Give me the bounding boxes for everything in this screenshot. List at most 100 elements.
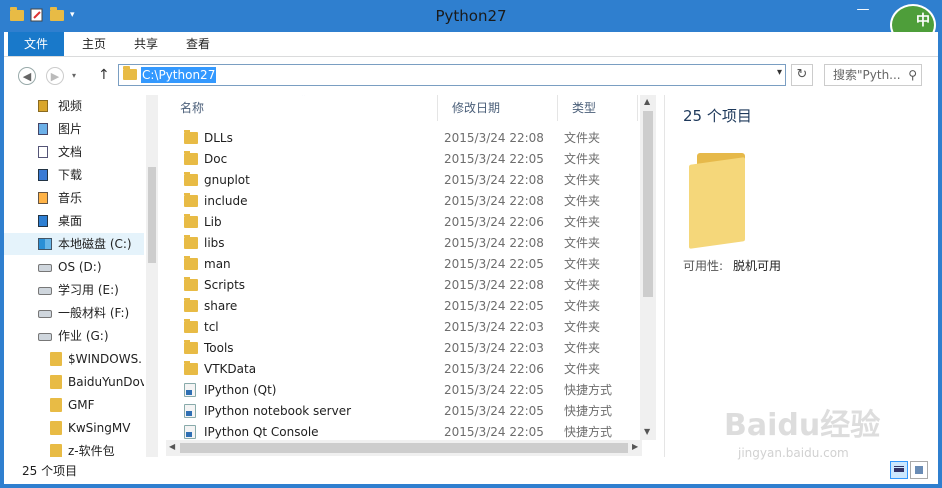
scroll-right-icon[interactable]: ▶ (632, 442, 638, 451)
tab-view[interactable]: 查看 (172, 32, 224, 56)
item-type: 文件夹 (564, 152, 601, 166)
item-date: 2015/3/24 22:03 (444, 320, 544, 334)
list-vertical-scrollbar[interactable]: ▲ ▼ (640, 95, 656, 440)
nav-item-folder[interactable]: GMF (4, 394, 144, 416)
window-controls: — (848, 0, 878, 22)
item-date: 2015/3/24 22:08 (444, 131, 544, 145)
list-item[interactable]: IPython (Qt) 2015/3/24 22:05 快捷方式 (166, 380, 636, 401)
ime-mode-label: 中 (916, 13, 930, 29)
nav-item-drive-g[interactable]: 作业 (G:) (4, 325, 144, 347)
item-name: share (204, 299, 238, 313)
chevron-down-icon[interactable]: ▾ (777, 67, 782, 78)
refresh-button[interactable]: ↻ (791, 64, 813, 86)
list-item[interactable]: VTKData 2015/3/24 22:06 文件夹 (166, 359, 636, 380)
folder-icon (50, 375, 62, 389)
large-icons-view-button[interactable] (910, 461, 928, 479)
list-item[interactable]: gnuplot 2015/3/24 22:08 文件夹 (166, 170, 636, 191)
nav-item-drive-f[interactable]: 一般材料 (F:) (4, 302, 144, 324)
title-bar: ▾ Python27 — (4, 0, 938, 32)
nav-item-downloads[interactable]: 下载 (4, 164, 144, 186)
shortcut-icon (184, 404, 196, 418)
nav-item-folder[interactable]: KwSingMV (4, 417, 144, 439)
item-type: 文件夹 (564, 341, 601, 355)
nav-scrollbar[interactable] (146, 95, 158, 457)
address-path[interactable]: C:\Python27 (141, 67, 217, 83)
item-name: IPython Qt Console (204, 425, 319, 439)
item-date: 2015/3/24 22:05 (444, 299, 544, 313)
large-folder-icon (689, 153, 753, 249)
tab-file[interactable]: 文件 (8, 32, 64, 56)
search-input[interactable]: 搜索"Pyth... ⚲ (824, 64, 922, 86)
item-date: 2015/3/24 22:08 (444, 236, 544, 250)
item-name: IPython notebook server (204, 404, 352, 418)
item-type: 文件夹 (564, 257, 601, 271)
nav-item-label: z-软件包 (68, 444, 115, 457)
list-item[interactable]: Doc 2015/3/24 22:05 文件夹 (166, 149, 636, 170)
column-header-date[interactable]: 修改日期 (438, 95, 558, 121)
document-library-icon (38, 146, 48, 158)
column-header-type[interactable]: 类型 (558, 95, 638, 121)
address-field[interactable]: C:\Python27 ▾ (118, 64, 786, 86)
nav-scrollbar-thumb[interactable] (148, 167, 156, 263)
list-item[interactable]: Scripts 2015/3/24 22:08 文件夹 (166, 275, 636, 296)
item-name: Scripts (204, 278, 246, 292)
list-item[interactable]: tcl 2015/3/24 22:03 文件夹 (166, 317, 636, 338)
tab-home[interactable]: 主页 (68, 32, 120, 56)
item-name: include (204, 194, 248, 208)
nav-item-label: 下载 (58, 168, 83, 182)
details-view-button[interactable] (890, 461, 908, 479)
nav-item-label: 音乐 (58, 191, 83, 205)
item-name: libs (204, 236, 225, 250)
list-item[interactable]: IPython notebook server 2015/3/24 22:05 … (166, 401, 636, 422)
nav-item-folder[interactable]: z-软件包 (4, 440, 144, 457)
item-name: DLLs (204, 131, 233, 145)
scroll-up-icon[interactable]: ▲ (644, 97, 650, 106)
nav-item-desktop[interactable]: 桌面 (4, 210, 144, 232)
list-item[interactable]: DLLs 2015/3/24 22:08 文件夹 (166, 128, 636, 149)
minimize-button[interactable]: — (848, 0, 878, 22)
list-item[interactable]: IPython Qt Console 2015/3/24 22:05 快捷方式 (166, 422, 636, 440)
item-type: 文件夹 (564, 299, 601, 313)
nav-item-drive-e[interactable]: 学习用 (E:) (4, 279, 144, 301)
nav-item-drive-d[interactable]: OS (D:) (4, 256, 144, 278)
list-item[interactable]: Tools 2015/3/24 22:03 文件夹 (166, 338, 636, 359)
nav-item-drive-c[interactable]: 本地磁盘 (C:) (4, 233, 144, 255)
windows-drive-icon (38, 238, 52, 250)
folder-icon (184, 214, 198, 228)
list-item[interactable]: include 2015/3/24 22:08 文件夹 (166, 191, 636, 212)
tab-share[interactable]: 共享 (120, 32, 172, 56)
item-type: 文件夹 (564, 173, 601, 187)
nav-item-pictures[interactable]: 图片 (4, 118, 144, 140)
forward-button[interactable]: ▶ (46, 67, 64, 85)
horizontal-scrollbar-thumb[interactable] (180, 443, 628, 453)
search-icon: ⚲ (908, 68, 917, 82)
nav-item-videos[interactable]: 视频 (4, 95, 144, 117)
shortcut-icon (184, 383, 196, 397)
list-item[interactable]: man 2015/3/24 22:05 文件夹 (166, 254, 636, 275)
back-button[interactable]: ◀ (18, 67, 36, 85)
scroll-left-icon[interactable]: ◀ (169, 442, 175, 451)
up-button[interactable]: ↑ (98, 67, 110, 83)
item-date: 2015/3/24 22:03 (444, 341, 544, 355)
nav-item-music[interactable]: 音乐 (4, 187, 144, 209)
recent-locations-icon[interactable]: ▾ (72, 71, 76, 80)
refresh-icon: ↻ (796, 67, 808, 82)
list-item[interactable]: libs 2015/3/24 22:08 文件夹 (166, 233, 636, 254)
item-name: Doc (204, 152, 228, 166)
item-type: 快捷方式 (564, 404, 613, 418)
scroll-down-icon[interactable]: ▼ (644, 427, 650, 436)
nav-item-documents[interactable]: 文档 (4, 141, 144, 163)
item-date: 2015/3/24 22:05 (444, 425, 544, 439)
list-item[interactable]: Lib 2015/3/24 22:06 文件夹 (166, 212, 636, 233)
list-horizontal-scrollbar[interactable]: ◀ ▶ (166, 440, 642, 456)
nav-item-label: KwSingMV (68, 421, 131, 435)
folder-icon (184, 235, 198, 249)
item-date: 2015/3/24 22:05 (444, 383, 544, 397)
list-item[interactable]: share 2015/3/24 22:05 文件夹 (166, 296, 636, 317)
folder-icon (184, 277, 198, 291)
status-item-count: 25 个项目 (22, 464, 78, 478)
nav-item-folder[interactable]: BaiduYunDov (4, 371, 144, 393)
item-date: 2015/3/24 22:08 (444, 173, 544, 187)
list-scrollbar-thumb[interactable] (643, 111, 653, 297)
nav-item-folder[interactable]: $WINDOWS. (4, 348, 144, 370)
